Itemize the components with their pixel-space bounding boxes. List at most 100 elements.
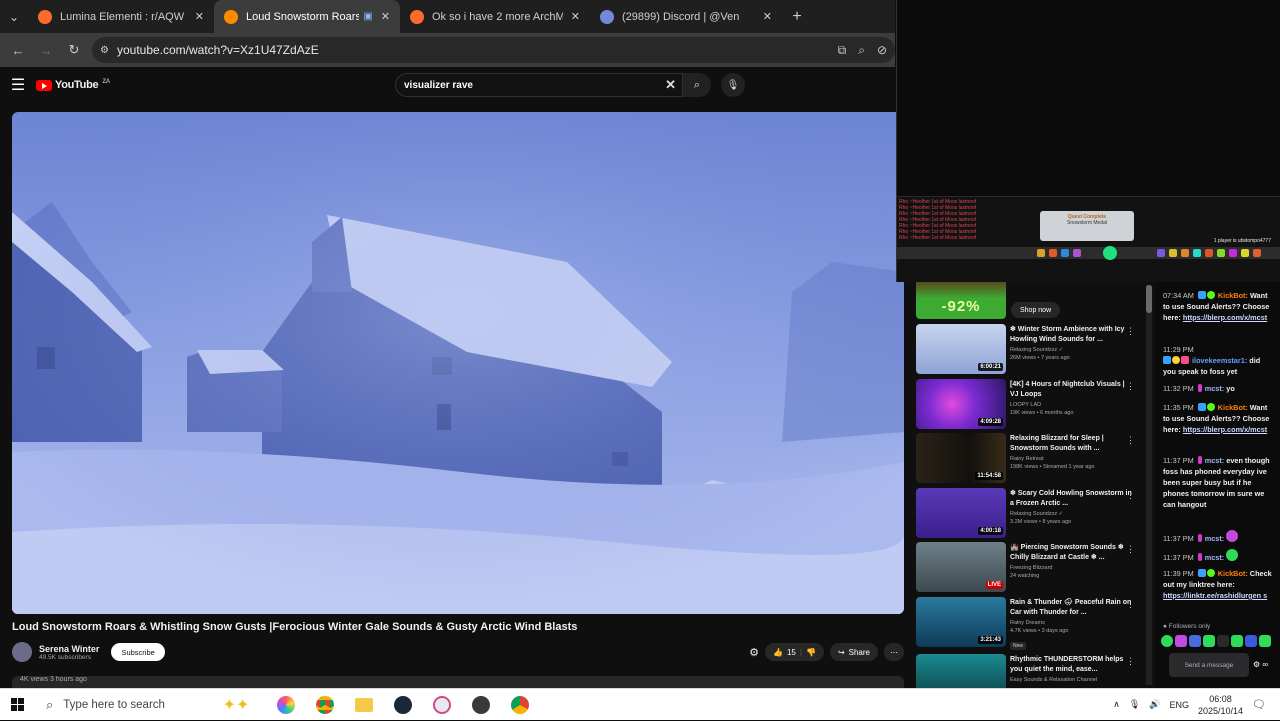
video-thumbnail[interactable] bbox=[916, 654, 1006, 688]
chat-username[interactable]: ilovekeemstar1: bbox=[1192, 356, 1247, 365]
site-info-icon[interactable]: ⚙ bbox=[100, 45, 109, 56]
cast-icon[interactable]: ⧉ bbox=[838, 43, 847, 58]
taskbar-app-explorer[interactable] bbox=[344, 689, 383, 721]
taskbar-app-chrome[interactable] bbox=[305, 689, 344, 721]
chat-settings-icon[interactable]: ⚙ ∞ bbox=[1253, 660, 1268, 669]
notification-icon[interactable]: 🗨 bbox=[1252, 698, 1266, 711]
recommended-video[interactable]: 6:00:21 ❄ Winter Storm Ambience with Icy… bbox=[916, 324, 1152, 376]
subscribe-button[interactable]: Subscribe bbox=[111, 643, 165, 661]
channel-name[interactable]: Rainy Dreams bbox=[1010, 620, 1132, 626]
recommended-video[interactable]: Rhythmic THUNDERSTORM helps you quiet th… bbox=[916, 654, 1152, 688]
taskbar-app-copilot[interactable] bbox=[266, 689, 305, 721]
tray-overflow-chevron-icon[interactable]: ∧ bbox=[1113, 699, 1120, 710]
reload-icon[interactable]: ↻ bbox=[60, 42, 88, 58]
scrollbar-thumb[interactable] bbox=[1146, 285, 1152, 313]
browser-tab-2[interactable]: Loud Snowstorm Roars & W ▣ ✕ bbox=[214, 0, 400, 33]
address-bar[interactable]: ⚙ youtube.com/watch?v=Xz1U47ZdAzE ⧉ ⌕ ⊘ bbox=[92, 37, 895, 63]
recommended-video[interactable]: 11:54:58 Relaxing Blizzard for Sleep | S… bbox=[916, 433, 1152, 485]
ad-thumbnail[interactable]: -92% bbox=[916, 282, 1006, 319]
channel-avatar[interactable] bbox=[12, 642, 32, 662]
message-link[interactable]: https://blerp.com/x/mcst bbox=[1183, 425, 1267, 434]
recommended-video[interactable]: 4:09:28 [4K] 4 Hours of Nightclub Visual… bbox=[916, 379, 1152, 431]
more-options-icon[interactable]: ⋮ bbox=[1126, 326, 1135, 337]
more-options-icon[interactable]: ⋮ bbox=[1126, 599, 1135, 610]
add-to-playlist-icon[interactable]: ⚙ bbox=[749, 646, 759, 659]
eye-off-icon[interactable]: ⊘ bbox=[877, 43, 887, 58]
browser-tab-3[interactable]: Ok so i have 2 more ArchMage ✕ bbox=[400, 0, 590, 33]
more-actions-icon[interactable]: ⋯ bbox=[884, 643, 904, 661]
video-title[interactable]: ❄ Winter Storm Ambience with Icy Howling… bbox=[1010, 325, 1132, 345]
picture-in-picture-icon[interactable]: ▣ bbox=[363, 11, 372, 22]
video-title[interactable]: Rain & Thunder 🌧 Peaceful Rain on Car wi… bbox=[1010, 598, 1132, 618]
volume-icon[interactable]: 🔊 bbox=[1149, 699, 1160, 710]
clock[interactable]: 06:08 2025/10/14 bbox=[1198, 693, 1243, 717]
channel-name[interactable]: LOOPY LAD bbox=[1010, 402, 1132, 408]
chat-username[interactable]: mcst: bbox=[1205, 534, 1224, 543]
search-button[interactable]: ⌕ bbox=[683, 73, 711, 97]
channel-name[interactable]: Easy Sounds & Relaxation Channel bbox=[1010, 677, 1132, 683]
video-title[interactable]: [4K] 4 Hours of Nightclub Visuals | VJ L… bbox=[1010, 380, 1132, 400]
emote-icon[interactable] bbox=[1203, 635, 1215, 647]
more-options-icon[interactable]: ⋮ bbox=[1126, 435, 1135, 446]
emote-icon[interactable] bbox=[1217, 635, 1229, 647]
voice-search-mic-icon[interactable]: 🎙 bbox=[721, 73, 745, 97]
back-arrow-icon[interactable]: ← bbox=[4, 43, 32, 58]
chat-username[interactable]: mcst: bbox=[1205, 553, 1224, 562]
share-button[interactable]: ↪ Share bbox=[829, 643, 878, 661]
video-title[interactable]: 🏰 Piercing Snowstorm Sounds ❄ Chilly Bli… bbox=[1010, 543, 1132, 563]
video-thumbnail[interactable]: LIVE bbox=[916, 542, 1006, 592]
browser-tab-1[interactable]: Lumina Elementi : r/AQW ✕ bbox=[28, 0, 214, 33]
start-button[interactable] bbox=[0, 698, 34, 711]
recommended-video[interactable]: 4:00:18 ❄ Scary Cold Howling Snowstorm i… bbox=[916, 488, 1152, 540]
channel-name[interactable]: Serena Winter bbox=[39, 644, 99, 654]
more-options-icon[interactable]: ⋮ bbox=[1126, 544, 1135, 555]
emote-icon[interactable] bbox=[1259, 635, 1271, 647]
channel-name[interactable]: Relaxing Soundzzz ✓ bbox=[1010, 347, 1132, 353]
emote-icon[interactable] bbox=[1161, 635, 1173, 647]
chat-username[interactable]: mcst: bbox=[1205, 456, 1224, 465]
browser-tab-4[interactable]: (29899) Discord | @Ven ✕ bbox=[590, 0, 782, 33]
new-tab-plus-icon[interactable]: + bbox=[782, 8, 812, 26]
video-thumbnail[interactable]: 11:54:58 bbox=[916, 433, 1006, 483]
taskbar-app-steam[interactable] bbox=[383, 689, 422, 721]
clear-search-icon[interactable]: ✕ bbox=[665, 77, 676, 93]
hamburger-menu-icon[interactable]: ☰ bbox=[0, 75, 36, 95]
channel-name[interactable]: Freezing Blizzard bbox=[1010, 565, 1132, 571]
close-tab-icon[interactable]: ✕ bbox=[195, 10, 204, 23]
recommended-video[interactable]: 3:21:43 Rain & Thunder 🌧 Peaceful Rain o… bbox=[916, 597, 1152, 650]
microphone-icon[interactable]: 🎙 bbox=[1129, 699, 1140, 710]
taskbar-app-snipping[interactable] bbox=[422, 689, 461, 721]
emote-icon[interactable] bbox=[1175, 635, 1187, 647]
language-indicator[interactable]: ENG bbox=[1169, 700, 1189, 710]
video-thumbnail[interactable]: 4:00:18 bbox=[916, 488, 1006, 538]
chat-username[interactable]: mcst: bbox=[1205, 384, 1224, 393]
video-thumbnail[interactable]: 3:21:43 bbox=[916, 597, 1006, 647]
search-input[interactable]: visualizer rave ✕ bbox=[395, 73, 683, 97]
zoom-icon[interactable]: ⌕ bbox=[858, 43, 865, 58]
dislike-thumb-icon[interactable]: 👎 bbox=[806, 648, 816, 657]
shop-now-button[interactable]: Shop now bbox=[1011, 302, 1061, 318]
recommendations-scrollbar[interactable] bbox=[1146, 285, 1152, 685]
youtube-logo[interactable]: YouTube ZA bbox=[36, 79, 110, 91]
video-player[interactable] bbox=[12, 112, 904, 614]
message-link[interactable]: https://blerp.com/x/mcst bbox=[1183, 313, 1267, 322]
more-options-icon[interactable]: ⋮ bbox=[1126, 381, 1135, 392]
close-tab-icon[interactable]: ✕ bbox=[763, 10, 772, 23]
taskbar-search[interactable]: ⌕ Type here to search bbox=[34, 689, 206, 721]
video-title[interactable]: Rhythmic THUNDERSTORM helps you quiet th… bbox=[1010, 655, 1132, 675]
description-box[interactable]: 4K views 3 hours ago bbox=[12, 676, 904, 688]
video-title[interactable]: ❄ Scary Cold Howling Snowstorm in a Froz… bbox=[1010, 489, 1132, 509]
emote-icon[interactable] bbox=[1231, 635, 1243, 647]
tab-search-chevron-icon[interactable]: ⌄ bbox=[0, 0, 28, 33]
message-link[interactable]: https://linktr.ee/rashidlurgen s bbox=[1163, 591, 1267, 600]
channel-name[interactable]: Relaxing Soundzzz ✓ bbox=[1010, 511, 1132, 517]
like-thumb-icon[interactable]: 👍 bbox=[773, 648, 783, 657]
close-tab-icon[interactable]: ✕ bbox=[381, 10, 390, 23]
more-options-icon[interactable]: ⋮ bbox=[1126, 656, 1135, 667]
chat-username[interactable]: KickBot: bbox=[1218, 403, 1248, 412]
chat-message-input[interactable]: Send a message bbox=[1169, 653, 1249, 677]
video-thumbnail[interactable]: 4:09:28 bbox=[916, 379, 1006, 429]
chat-username[interactable]: KickBot: bbox=[1218, 569, 1248, 578]
chat-username[interactable]: KickBot: bbox=[1218, 291, 1248, 300]
search-highlight-icon[interactable]: ✦✦ bbox=[206, 689, 266, 721]
